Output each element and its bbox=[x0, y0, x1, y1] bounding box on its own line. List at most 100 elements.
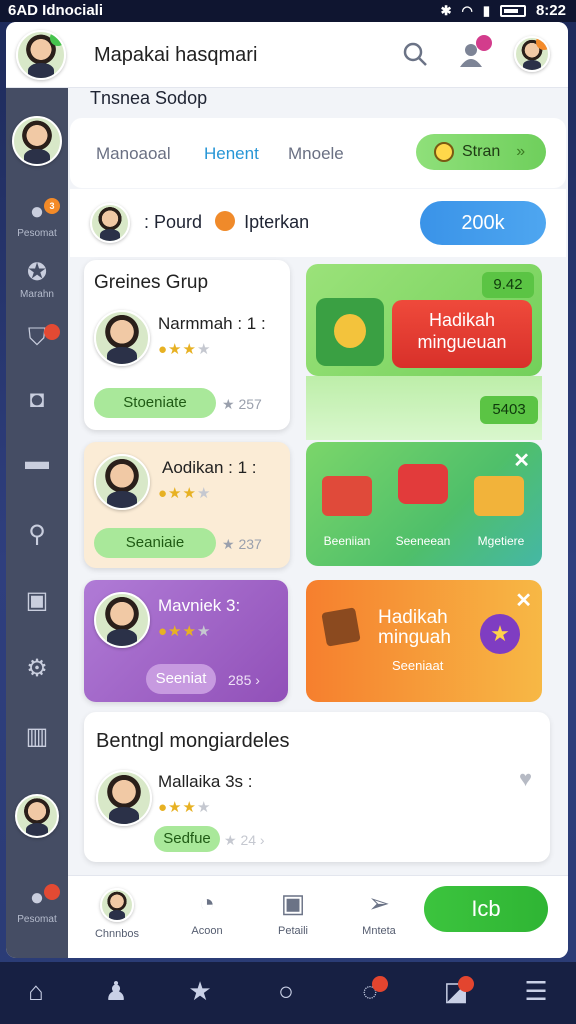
nav-item-chnnbos[interactable]: Chnnbos bbox=[82, 888, 152, 940]
sidebar-item-box[interactable]: ▣ bbox=[6, 586, 68, 615]
tab-manoaoal[interactable]: Manoaoal bbox=[96, 144, 171, 164]
user-label: : Pourd Ipterkan bbox=[144, 211, 310, 232]
member-name: Mallaika 3s : bbox=[158, 772, 253, 791]
tab-mnoele[interactable]: Mnoele bbox=[288, 144, 344, 164]
rating-count: ★ 257 bbox=[222, 396, 262, 412]
home-icon[interactable]: ⌂ bbox=[16, 976, 56, 1007]
profile-avatar[interactable] bbox=[514, 36, 550, 72]
sidebar-item-label: Marahn bbox=[20, 289, 54, 300]
nav-item-petaili[interactable]: ▣ Petaili bbox=[258, 888, 328, 937]
emoji-icon bbox=[215, 211, 236, 231]
user-icon: ● bbox=[29, 198, 45, 225]
avatar bbox=[94, 454, 150, 510]
tv-icon: ▬ bbox=[25, 448, 49, 475]
sidebar-item-tv[interactable]: ▬ bbox=[6, 448, 68, 476]
status-pill[interactable]: Stoeniate bbox=[94, 388, 216, 418]
avatar bbox=[96, 770, 152, 826]
online-badge bbox=[50, 32, 64, 46]
user-icon: ● bbox=[29, 884, 45, 911]
sidebar-item-search[interactable]: ⚲ bbox=[6, 520, 68, 549]
camera-icon: ◘ bbox=[29, 386, 45, 413]
sign-icon bbox=[321, 607, 361, 647]
status-pill[interactable]: Seeniat bbox=[146, 664, 216, 694]
bluetooth-icon: ✱ bbox=[440, 2, 452, 18]
sidebar-item-avatar[interactable] bbox=[6, 116, 68, 166]
avatar bbox=[94, 310, 150, 366]
bars-icon: ▥ bbox=[25, 723, 49, 750]
system-nav-bar: ⌂ ♟ ★ ○ ◌ ◪ ☰ bbox=[0, 962, 576, 1024]
status-pill[interactable]: Seaniaie bbox=[94, 528, 216, 558]
section-title: Tnsnea Sodop bbox=[90, 88, 208, 108]
nav-item-acoon[interactable]: ◔ Acoon bbox=[172, 888, 242, 937]
star-badge-icon: ★ bbox=[480, 614, 520, 654]
sidebar-item-camera[interactable]: ◘ bbox=[6, 386, 68, 414]
sidebar-item-bars[interactable]: ▥ bbox=[6, 722, 68, 751]
sidebar-item-profile[interactable] bbox=[6, 794, 68, 838]
suggestions-card: Bentngl mongiardeles ♥ Mallaika 3s : ●★★… bbox=[84, 712, 550, 862]
status-bar: 6AD Idnociali ✱ ◠ ▮ 8:22 bbox=[0, 0, 576, 22]
rating-stars: ●★★★ bbox=[158, 341, 212, 358]
gift-icon bbox=[474, 476, 524, 516]
promo-subtitle: Seeniaat bbox=[392, 658, 444, 673]
mascot-icon bbox=[316, 298, 384, 366]
shield-icon: ⛉ bbox=[28, 324, 46, 351]
top-bar: Mapakai hasqmari bbox=[6, 22, 568, 88]
rating-count: 285 › bbox=[228, 672, 260, 688]
promo-card-3[interactable]: ✕ Hadikah minguah Seeniaat ★ bbox=[306, 580, 542, 702]
user-avatar[interactable] bbox=[90, 203, 130, 243]
gift-icon bbox=[398, 464, 448, 504]
circle-icon[interactable]: ○ bbox=[266, 976, 306, 1007]
user-bar: : Pourd Ipterkan 200k bbox=[70, 189, 566, 257]
promo-button[interactable]: Hadikah mingueuan bbox=[392, 300, 532, 368]
gift-label: Mgetiere bbox=[477, 534, 525, 548]
sidebar-badge bbox=[44, 324, 60, 340]
promo-card-2[interactable]: ✕ Beeniian Seeneean Mgetiere bbox=[306, 442, 542, 566]
search-button[interactable]: Stran » bbox=[416, 134, 546, 170]
promo-badge-top: 9.42 bbox=[482, 272, 534, 298]
nav-label: Mnteta bbox=[362, 925, 396, 937]
promo-card-1[interactable]: 9.42 Hadikah mingueuan bbox=[306, 264, 542, 376]
close-icon[interactable]: ✕ bbox=[515, 588, 532, 613]
rating-stars: ●★★★ bbox=[158, 485, 212, 502]
star-icon[interactable]: ★ bbox=[180, 976, 220, 1007]
badge bbox=[458, 976, 474, 992]
menu-icon[interactable]: ☰ bbox=[516, 976, 556, 1007]
star-icon: ✪ bbox=[26, 259, 48, 286]
group-card-2[interactable]: Aodikan : 1 : ●★★★ Seaniaie ★ 237 bbox=[84, 442, 290, 568]
close-icon[interactable]: ✕ bbox=[513, 448, 530, 473]
sidebar-badge: 3 bbox=[44, 198, 60, 214]
member-name: Mavniek 3: bbox=[158, 596, 241, 615]
sidebar-badge bbox=[44, 884, 60, 900]
search-icon: ⚲ bbox=[28, 521, 46, 548]
rating-count: ★ 237 bbox=[222, 536, 262, 552]
notification-badge bbox=[476, 35, 492, 51]
chat-icon[interactable]: ◌ bbox=[350, 976, 390, 1007]
sidebar-item-pesomat[interactable]: ● 3 Pesomat bbox=[6, 198, 68, 239]
search-icon[interactable] bbox=[402, 41, 428, 67]
header-avatar[interactable] bbox=[16, 30, 66, 80]
rating-stars: ●★★★ bbox=[158, 799, 212, 816]
group-card-1[interactable]: Greines Grup Narmmah : 1 : ●★★★ Stoeniat… bbox=[84, 260, 290, 430]
sidebar-item-label: Pesomat bbox=[17, 228, 57, 239]
sidebar-item-marahn[interactable]: ✪ Marahn bbox=[6, 258, 68, 300]
status-pill[interactable]: Sedfue bbox=[154, 826, 220, 852]
group-card-3[interactable]: Mavniek 3: ●★★★ Seeniat 285 › bbox=[84, 580, 288, 702]
user-notification-icon[interactable] bbox=[456, 35, 492, 69]
promo-badge-bottom: 5403 bbox=[480, 396, 538, 424]
image-icon[interactable]: ◪ bbox=[436, 976, 476, 1007]
person-icon[interactable]: ♟ bbox=[96, 976, 136, 1007]
search-button-label: Stran bbox=[462, 143, 501, 160]
signal-icon: ▮ bbox=[482, 2, 490, 18]
bottom-nav: Chnnbos ◔ Acoon ▣ Petaili ➢ Mnteta Icb bbox=[68, 875, 568, 958]
heart-icon[interactable]: ♥ bbox=[519, 766, 532, 792]
sidebar-item-shield[interactable]: ⛉ bbox=[6, 324, 68, 352]
sidebar-item-settings[interactable]: ⚙ bbox=[6, 654, 68, 683]
send-icon: ➢ bbox=[368, 888, 390, 918]
gear-icon: ⚙ bbox=[26, 655, 48, 682]
nav-item-mnteta[interactable]: ➢ Mnteta bbox=[344, 888, 414, 937]
sidebar-item-pesomat-2[interactable]: ● Pesomat bbox=[6, 884, 68, 925]
gift-label: Seeneean bbox=[395, 534, 451, 548]
cta-button[interactable]: Icb bbox=[424, 886, 548, 932]
count-button[interactable]: 200k bbox=[420, 201, 546, 245]
tab-henent[interactable]: Henent bbox=[204, 144, 259, 164]
